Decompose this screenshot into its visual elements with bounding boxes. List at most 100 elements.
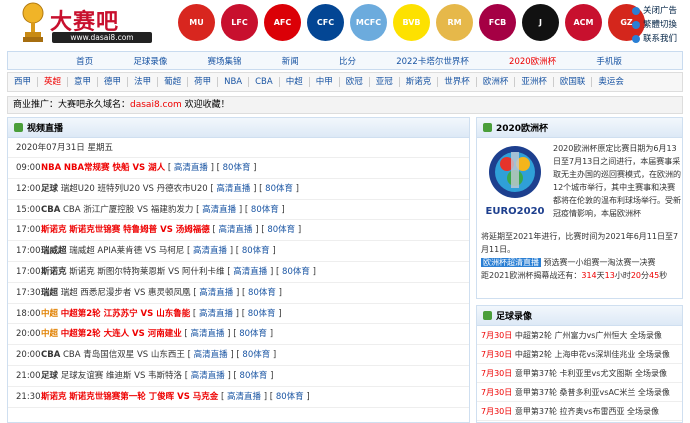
sports80-link[interactable]: 80体育 <box>248 309 276 319</box>
match-league[interactable]: 中超 <box>41 329 58 339</box>
sports80-link[interactable]: 80体育 <box>282 267 310 277</box>
nav-item-2[interactable]: 赛场集锦 <box>208 55 242 67</box>
nav-item-5[interactable]: 2022卡塔尔世界杯 <box>396 55 469 67</box>
league-item-4[interactable]: 法甲 <box>128 77 159 87</box>
hd-live-link[interactable]: 高清直播 <box>174 163 208 173</box>
realmadrid-badge[interactable]: RM <box>436 4 473 41</box>
league-item-15[interactable]: 欧洲杯 <box>477 77 516 87</box>
nav-item-4[interactable]: 比分 <box>339 55 356 67</box>
match-time: 12:00 <box>16 183 41 194</box>
liverpool-badge-abbr: LFC <box>231 18 248 27</box>
dot-icon <box>632 7 640 15</box>
acmilan-badge[interactable]: ACM <box>565 4 602 41</box>
promo-bar: 商业推广：大赛吧永久域名：dasai8.com 欢迎收藏！ <box>7 96 683 114</box>
replay-row[interactable]: 7月30日 意甲第37轮 桑普多利亚vsAC米兰 全场录像 <box>477 383 682 402</box>
chelsea-badge[interactable]: CFC <box>307 4 344 41</box>
league-item-11[interactable]: 欧冠 <box>340 77 370 87</box>
brand-url: www.dasai8.com <box>52 32 152 43</box>
league-item-5[interactable]: 葡超 <box>158 77 189 87</box>
sports80-link[interactable]: 80体育 <box>239 329 267 339</box>
nav-item-0[interactable]: 首页 <box>76 55 93 67</box>
euro-intro-text: 2020欧洲杯原定比赛日期为6月13日至7月13日之间进行，本届赛事采取无主办国… <box>553 144 681 218</box>
sports80-link[interactable]: 80体育 <box>251 205 279 215</box>
match-league[interactable]: 斯诺克 <box>41 267 67 277</box>
sports80-link[interactable]: 80体育 <box>223 163 251 173</box>
league-item-8[interactable]: CBA <box>249 77 280 87</box>
league-item-10[interactable]: 中甲 <box>310 77 340 87</box>
nav-item-7[interactable]: 手机版 <box>596 55 622 67</box>
league-item-0[interactable]: 西甲 <box>8 77 39 87</box>
replay-row[interactable]: 7月30日 中超第2轮 广州富力vs广州恒大 全场录像 <box>477 326 682 345</box>
traditional-switch-link[interactable]: 繁體切換 <box>632 18 677 32</box>
sports80-link[interactable]: 80体育 <box>248 288 276 298</box>
match-time: 18:00 <box>16 308 41 319</box>
hd-live-link[interactable]: 高清直播 <box>219 225 253 235</box>
nav-item-3[interactable]: 新闻 <box>282 55 299 67</box>
juventus-badge[interactable]: J <box>522 4 559 41</box>
close-ad-link[interactable]: 关闭广告 <box>632 4 677 18</box>
manutd-badge[interactable]: MU <box>178 4 215 41</box>
match-league[interactable]: 斯诺克 <box>41 392 67 402</box>
hd-live-link[interactable]: 高清直播 <box>191 371 225 381</box>
match-league[interactable]: 足球 <box>41 371 58 381</box>
dortmund-badge[interactable]: BVB <box>393 4 430 41</box>
league-item-18[interactable]: 奥运会 <box>592 77 630 87</box>
league-item-1[interactable]: 英超 <box>38 77 69 87</box>
league-item-9[interactable]: 中超 <box>280 77 310 87</box>
mancity-badge[interactable]: MCFC <box>350 4 387 41</box>
barcelona-badge[interactable]: FCB <box>479 4 516 41</box>
replay-row[interactable]: 7月30日 意甲第37轮 卡利亚里vs尤文图斯 全场录像 <box>477 364 682 383</box>
mancity-badge-abbr: MCFC <box>355 18 382 27</box>
contact-link[interactable]: 联系我们 <box>632 32 677 46</box>
sports80-link[interactable]: 80体育 <box>240 371 268 381</box>
promo-url[interactable]: dasai8.com <box>130 100 182 110</box>
hd-live-link[interactable]: 高清直播 <box>227 392 261 402</box>
match-league[interactable]: CBA <box>41 205 60 215</box>
hd-live-link[interactable]: 高清直播 <box>199 288 233 298</box>
league-item-2[interactable]: 意甲 <box>68 77 99 87</box>
match-league[interactable]: 斯诺克 <box>41 225 67 235</box>
match-league[interactable]: CBA <box>41 350 60 360</box>
euro-live-tag[interactable]: 欧洲杯超清直播 <box>481 258 541 267</box>
replay-row[interactable]: 7月30日 中超第2轮 上海申花vs深圳佳兆业 全场录像 <box>477 345 682 364</box>
league-item-6[interactable]: 荷甲 <box>188 77 219 87</box>
sports80-link[interactable]: 80体育 <box>242 246 270 256</box>
hd-live-link[interactable]: 高清直播 <box>193 246 227 256</box>
right-column: 2020欧洲杯 EURO2020 2020欧洲杯原定比赛日期为6月13日至7月1… <box>476 117 683 423</box>
site-logo[interactable]: 大赛吧 www.dasai8.com <box>20 2 160 44</box>
match-league[interactable]: 足球 <box>41 184 58 194</box>
match-league[interactable]: 瑞超 <box>41 288 58 298</box>
arsenal-badge[interactable]: AFC <box>264 4 301 41</box>
main-nav: 首页 足球录像 赛场集锦 新闻 比分 2022卡塔尔世界杯 2020欧洲杯 手机版 <box>7 51 683 70</box>
match-league[interactable]: 中超 <box>41 309 58 319</box>
hd-live-link[interactable]: 高清直播 <box>216 184 250 194</box>
juventus-badge-abbr: J <box>539 18 542 27</box>
league-item-17[interactable]: 欧国联 <box>554 77 593 87</box>
league-item-3[interactable]: 德甲 <box>98 77 129 87</box>
nav-item-6[interactable]: 2020欧洲杯 <box>509 55 556 67</box>
sports80-link[interactable]: 80体育 <box>276 392 304 402</box>
hd-live-link[interactable]: 高清直播 <box>233 267 267 277</box>
replay-row[interactable]: 7月30日 意甲第37轮 拉齐奥vs布雷西亚 全场录像 <box>477 402 682 421</box>
match-row: 21:30斯诺克 斯诺克世锦赛第一轮 丁俊晖 VS 马克金 [ 高清直播 ] [… <box>8 387 469 408</box>
league-item-16[interactable]: 亚洲杯 <box>515 77 554 87</box>
match-league[interactable]: NBA <box>41 163 61 173</box>
league-item-12[interactable]: 亚冠 <box>370 77 400 87</box>
league-item-14[interactable]: 世界杯 <box>438 77 477 87</box>
hd-live-link[interactable]: 高清直播 <box>194 350 228 360</box>
sports80-link[interactable]: 80体育 <box>242 350 270 360</box>
euro-intro-rest: 将延期至2021年进行，比赛时间为2021年6月11日至7月11日。 <box>481 232 679 254</box>
liverpool-badge[interactable]: LFC <box>221 4 258 41</box>
nav-item-1[interactable]: 足球录像 <box>133 55 167 67</box>
sports80-link[interactable]: 80体育 <box>267 225 295 235</box>
hd-live-link[interactable]: 高清直播 <box>190 329 224 339</box>
match-time: 20:00 <box>16 350 41 361</box>
hd-live-link[interactable]: 高清直播 <box>202 205 236 215</box>
unit-mins: 分 <box>641 271 650 280</box>
league-item-13[interactable]: 斯诺克 <box>400 77 439 87</box>
match-list: 09:00NBA NBA常规赛 快船 VS 湖人 [ 高清直播 ] [ 80体育… <box>8 158 469 408</box>
hd-live-link[interactable]: 高清直播 <box>199 309 233 319</box>
match-league[interactable]: 瑞威超 <box>41 246 67 256</box>
sports80-link[interactable]: 80体育 <box>265 184 293 194</box>
league-item-7[interactable]: NBA <box>218 77 250 87</box>
